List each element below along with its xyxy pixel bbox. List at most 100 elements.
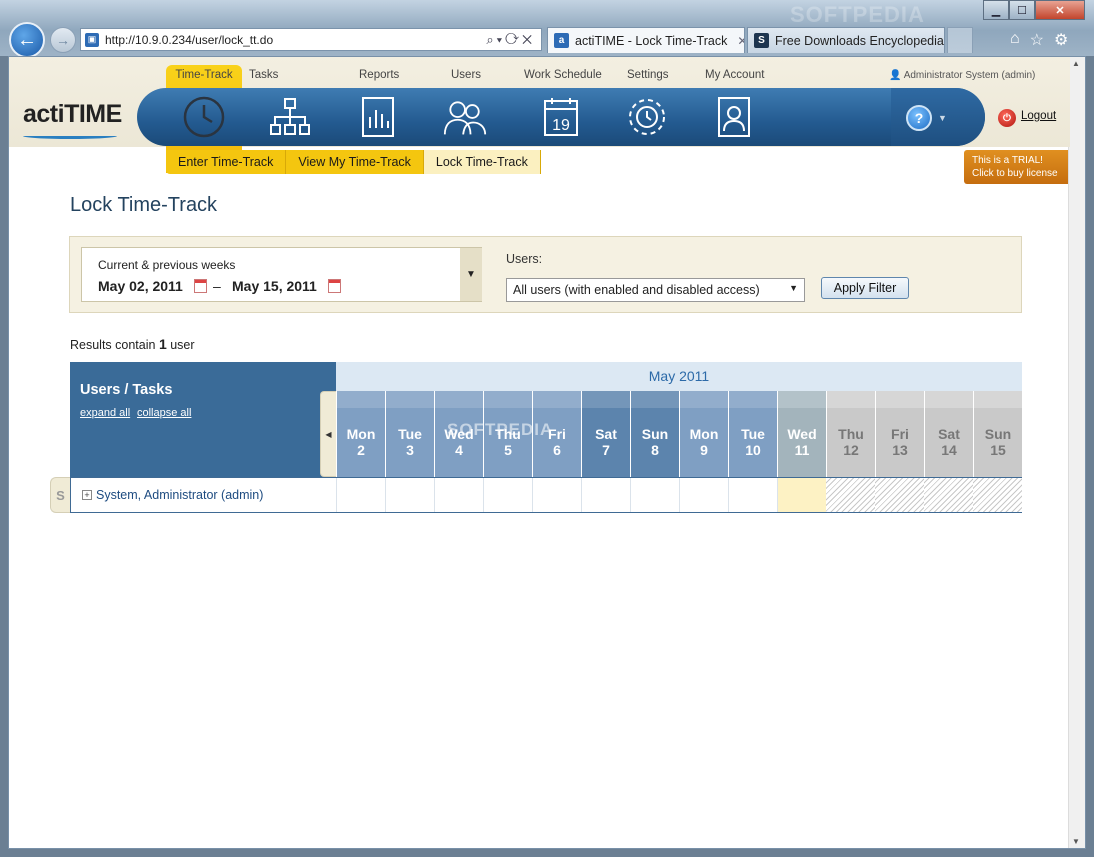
scroll-down-icon[interactable]: ▼ <box>1072 837 1080 846</box>
collapse-panel-arrow-icon[interactable]: ◀ <box>320 391 336 477</box>
module-tasks[interactable]: Tasks <box>249 69 278 81</box>
tab-title: Free Downloads Encyclopedia ... <box>775 33 945 48</box>
day-number: 11 <box>794 442 810 458</box>
day-name: Fri <box>891 426 909 442</box>
day-cell-15 <box>973 478 1022 512</box>
users-select[interactable]: All users (with enabled and disabled acc… <box>506 278 805 302</box>
day-name: Mon <box>689 426 719 442</box>
help-icon[interactable]: ? <box>906 105 932 131</box>
date-range-selector[interactable]: Current & previous weeks May 02, 2011 – … <box>81 247 482 302</box>
day-cell-10[interactable] <box>728 478 777 512</box>
day-number: 14 <box>941 442 957 458</box>
close-window-button[interactable]: ✕ <box>1035 0 1085 20</box>
day-header-tue-10[interactable]: Tue 10 <box>728 391 777 477</box>
date-dash: – <box>213 278 221 294</box>
forward-arrow-icon: → <box>56 32 70 48</box>
module-users[interactable]: Users <box>451 69 481 81</box>
row-side-tab[interactable]: S <box>50 477 70 513</box>
actitime-logo: actiTIME <box>23 100 122 139</box>
day-header-thu-12[interactable]: Thu 12 <box>826 391 875 477</box>
subnav-lock-time-track[interactable]: Lock Time-Track <box>423 150 541 174</box>
module-my-account[interactable]: My Account <box>705 69 764 81</box>
day-header-mon-9[interactable]: Mon 9 <box>679 391 728 477</box>
profile-card-icon[interactable] <box>712 95 756 139</box>
day-name: Thu <box>838 426 864 442</box>
apply-filter-button[interactable]: Apply Filter <box>821 277 909 299</box>
favorites-star-icon[interactable]: ☆ <box>1030 30 1044 50</box>
scroll-up-icon[interactable]: ▲ <box>1072 59 1080 68</box>
logout-link[interactable]: Logout <box>1021 110 1056 122</box>
actitime-favicon-icon: a <box>554 33 569 48</box>
vertical-scrollbar[interactable]: ▲ ▼ <box>1068 57 1085 848</box>
calendar-icon[interactable] <box>194 279 207 293</box>
subnav-view-my-time-track[interactable]: View My Time-Track <box>286 150 424 174</box>
page-frame: ▲ ▼ Time-Track Tasks Reports Users Work … <box>8 56 1086 849</box>
maximize-button[interactable]: ☐ <box>1009 0 1035 20</box>
day-header-fri-13[interactable]: Fri 13 <box>875 391 924 477</box>
help-dropdown-arrow-icon[interactable]: ▼ <box>938 113 947 123</box>
day-cell-4[interactable] <box>434 478 483 512</box>
day-header-sun-15[interactable]: Sun 15 <box>973 391 1022 477</box>
subnav-enter-time-track[interactable]: Enter Time-Track <box>166 150 287 174</box>
address-bar[interactable]: ▣ http://10.9.0.234/user/lock_tt.do ⌕▾⟳✕ <box>80 28 542 51</box>
browser-toolbar-icons: ⌂ ☆ ⚙ <box>1010 30 1068 50</box>
window-controls: ▁ ☐ ✕ <box>983 0 1089 20</box>
day-cell-2[interactable] <box>336 478 385 512</box>
date-range-label: Current & previous weeks <box>98 258 236 272</box>
day-header-sat-14[interactable]: Sat 14 <box>924 391 973 477</box>
module-work-schedule[interactable]: Work Schedule <box>524 69 602 81</box>
day-number: 2 <box>357 442 365 458</box>
module-time-track[interactable]: Time-Track <box>166 69 242 81</box>
users-tasks-header: Users / Tasks expand all collapse all <box>70 362 336 477</box>
clock-icon[interactable] <box>182 95 226 139</box>
users-label: Users: <box>506 252 543 266</box>
logout-power-icon[interactable]: ⏻ <box>998 109 1016 127</box>
trial-line2: Click to buy license <box>972 168 1058 179</box>
day-number: 5 <box>504 442 512 458</box>
day-cell-8[interactable] <box>630 478 679 512</box>
day-header-mon-2[interactable]: Mon 2 <box>336 391 385 477</box>
new-tab-button[interactable] <box>947 27 973 53</box>
org-chart-icon[interactable] <box>268 95 312 139</box>
results-summary: Results contain 1 user <box>70 336 195 352</box>
day-cell-11[interactable] <box>777 478 826 512</box>
tools-gear-icon[interactable]: ⚙ <box>1054 30 1068 50</box>
home-icon[interactable]: ⌂ <box>1010 30 1020 50</box>
day-header-tue-3[interactable]: Tue 3 <box>385 391 434 477</box>
expand-all-link[interactable]: expand all <box>80 407 130 419</box>
day-cell-7[interactable] <box>581 478 630 512</box>
back-button[interactable]: ← <box>9 22 45 58</box>
close-tab-icon[interactable]: ✕ <box>737 34 744 48</box>
minimize-button[interactable]: ▁ <box>983 0 1009 20</box>
collapse-all-link[interactable]: collapse all <box>137 407 191 419</box>
browser-tab-active[interactable]: a actiTIME - Lock Time-Track ✕ <box>547 27 745 53</box>
forward-button[interactable]: → <box>50 27 76 53</box>
address-bar-controls[interactable]: ⌕▾⟳✕ <box>486 32 535 48</box>
day-number: 15 <box>990 442 1006 458</box>
day-number: 9 <box>700 442 708 458</box>
row-user-name[interactable]: System, Administrator (admin) <box>96 488 263 502</box>
calendar-19-icon[interactable]: 19 <box>539 95 583 139</box>
day-number: 3 <box>406 442 414 458</box>
trial-badge[interactable]: This is a TRIAL! Click to buy license <box>964 150 1068 184</box>
day-cell-3[interactable] <box>385 478 434 512</box>
module-reports[interactable]: Reports <box>359 69 399 81</box>
day-name: Sat <box>595 426 617 442</box>
users-people-icon[interactable] <box>443 95 487 139</box>
filter-panel: Current & previous weeks May 02, 2011 – … <box>69 236 1022 313</box>
expand-row-icon[interactable]: + <box>82 490 92 500</box>
day-cell-9[interactable] <box>679 478 728 512</box>
day-cell-6[interactable] <box>532 478 581 512</box>
day-cell-5[interactable] <box>483 478 532 512</box>
browser-tab[interactable]: S Free Downloads Encyclopedia ... <box>747 27 945 53</box>
date-dropdown-arrow-icon[interactable]: ▼ <box>460 248 482 301</box>
day-name: Wed <box>787 426 817 442</box>
reports-chart-icon[interactable] <box>356 95 400 139</box>
day-number: 4 <box>455 442 463 458</box>
day-header-sat-7[interactable]: Sat 7 <box>581 391 630 477</box>
calendar-icon[interactable] <box>328 279 341 293</box>
module-settings[interactable]: Settings <box>627 69 669 81</box>
day-header-sun-8[interactable]: Sun 8 <box>630 391 679 477</box>
day-header-wed-11[interactable]: Wed 11 <box>777 391 826 477</box>
settings-gear-icon[interactable] <box>625 95 669 139</box>
